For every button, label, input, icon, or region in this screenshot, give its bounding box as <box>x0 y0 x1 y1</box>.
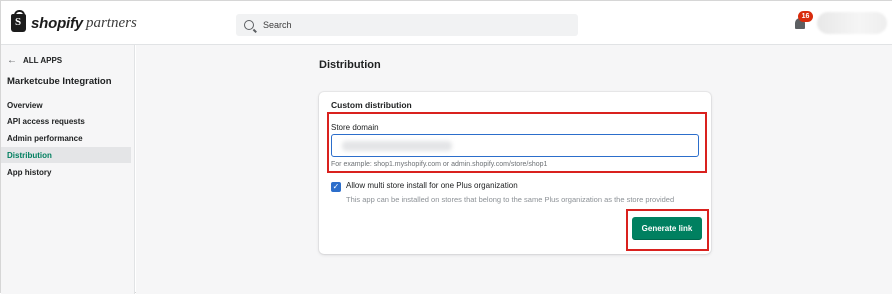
sidebar-item-overview[interactable]: Overview <box>1 97 131 113</box>
arrow-left-icon: ← <box>7 55 17 66</box>
sidebar: ← ALL APPS Marketcube Integration Overvi… <box>1 45 135 294</box>
plus-organization-checkbox-label[interactable]: Allow multi store install for one Plus o… <box>346 181 518 190</box>
shopify-partners-logo[interactable]: shopify partners <box>11 10 137 34</box>
back-label: ALL APPS <box>23 56 63 65</box>
search-icon <box>244 20 254 30</box>
checkmark-icon: ✓ <box>332 182 340 191</box>
card-title: Custom distribution <box>331 100 412 110</box>
sidebar-item-app-history[interactable]: App history <box>1 164 131 180</box>
back-to-all-apps-link[interactable]: ← ALL APPS <box>7 55 62 66</box>
shopify-bag-icon <box>11 10 26 32</box>
search-bar[interactable]: Search <box>236 14 578 36</box>
plus-organization-help-text: This app can be installed on stores that… <box>346 195 675 204</box>
generate-link-button[interactable]: Generate link <box>632 217 702 240</box>
notification-badge: 16 <box>798 11 813 22</box>
sidebar-item-distribution[interactable]: Distribution <box>1 147 131 163</box>
plus-organization-checkbox[interactable]: ✓ <box>331 182 341 192</box>
account-menu[interactable] <box>817 12 887 34</box>
search-placeholder: Search <box>263 20 292 30</box>
top-bar: shopify partners Search 16 <box>1 1 892 45</box>
page-title: Distribution <box>319 59 381 71</box>
sidebar-item-admin-performance[interactable]: Admin performance <box>1 130 131 146</box>
store-domain-help-text: For example: shop1.myshopify.com or admi… <box>331 161 548 168</box>
logo-wordmark: shopify <box>31 14 83 32</box>
main-content: Distribution Custom distribution Store d… <box>136 45 892 294</box>
app-name: Marketcube Integration <box>7 76 112 87</box>
store-domain-input[interactable] <box>331 134 699 157</box>
sidebar-item-api-access-requests[interactable]: API access requests <box>1 113 131 129</box>
custom-distribution-card: Custom distribution Store domain For exa… <box>319 92 711 254</box>
app-window: shopify partners Search 16 ← ALL APPS Ma… <box>0 0 892 294</box>
logo-subtitle: partners <box>85 14 137 31</box>
redacted-domain-value <box>342 141 452 151</box>
store-domain-label: Store domain <box>331 123 379 132</box>
